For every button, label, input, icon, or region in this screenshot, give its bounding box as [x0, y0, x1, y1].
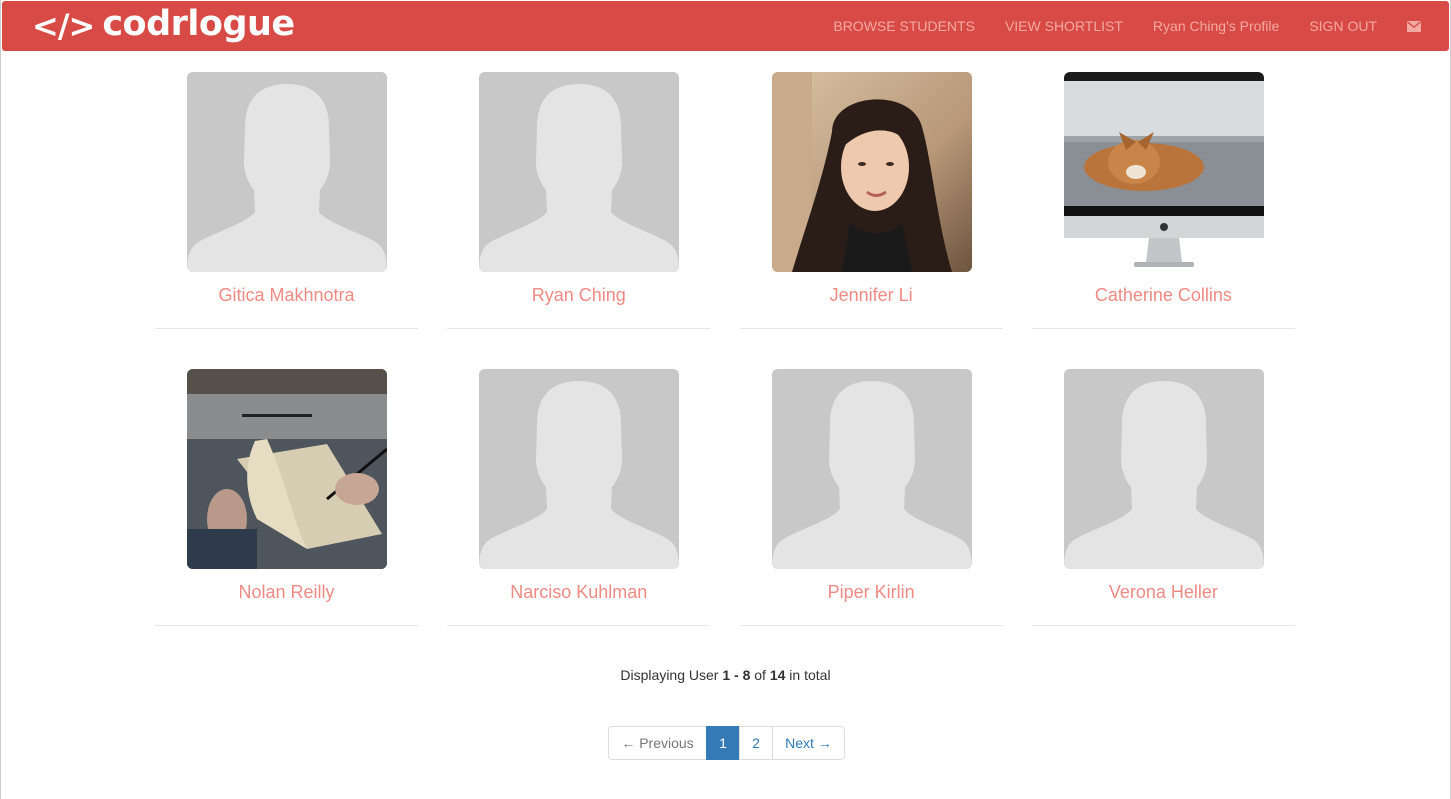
- student-card[interactable]: Nolan Reilly: [155, 369, 418, 626]
- page-2-button[interactable]: 2: [739, 726, 773, 760]
- nav-browse-students[interactable]: BROWSE STUDENTS: [833, 1, 975, 51]
- student-card[interactable]: Gitica Makhnotra: [155, 72, 418, 329]
- student-card[interactable]: Piper Kirlin: [739, 369, 1003, 626]
- portrait-photo: [771, 72, 972, 272]
- writing-notebook-photo: [187, 369, 387, 569]
- default-avatar-icon: [1063, 369, 1264, 569]
- imac-dog-photo: [1063, 72, 1264, 272]
- student-name[interactable]: Piper Kirlin: [740, 581, 1003, 603]
- nav-profile[interactable]: Ryan Ching's Profile: [1153, 1, 1279, 51]
- student-card[interactable]: Narciso Kuhlman: [447, 369, 711, 626]
- brand-name: codrlogue: [102, 4, 295, 44]
- summary-of: of: [750, 667, 770, 683]
- summary-suffix: in total: [785, 667, 831, 683]
- student-card[interactable]: Ryan Ching: [447, 72, 711, 329]
- student-name[interactable]: Narciso Kuhlman: [447, 581, 710, 603]
- student-name[interactable]: Ryan Ching: [447, 284, 710, 306]
- default-avatar-icon: [479, 369, 680, 569]
- default-avatar-icon: [771, 369, 972, 569]
- student-card[interactable]: Catherine Collins: [1031, 72, 1295, 329]
- summary-range: 1 - 8: [722, 667, 751, 683]
- student-name[interactable]: Verona Heller: [1032, 581, 1295, 603]
- navbar: </> codrlogue BROWSE STUDENTS VIEW SHORT…: [2, 1, 1449, 51]
- student-card[interactable]: Verona Heller: [1031, 369, 1295, 626]
- student-name[interactable]: Gitica Makhnotra: [155, 284, 418, 306]
- code-brackets-icon: </>: [32, 7, 95, 45]
- envelope-icon[interactable]: [1407, 20, 1421, 32]
- nav-links: BROWSE STUDENTS VIEW SHORTLIST Ryan Chin…: [833, 1, 1449, 51]
- default-avatar-icon: [479, 72, 680, 272]
- previous-page-button[interactable]: ← Previous: [608, 726, 707, 760]
- pagination: ← Previous 1 2 Next →: [608, 726, 845, 760]
- nav-view-shortlist[interactable]: VIEW SHORTLIST: [1005, 1, 1123, 51]
- brand-logo[interactable]: </> codrlogue: [2, 1, 295, 51]
- student-grid: Gitica Makhnotra Ryan Ching Jennifer Li …: [155, 72, 1297, 626]
- pagination-summary: Displaying User 1 - 8 of 14 in total: [0, 667, 1451, 683]
- student-name[interactable]: Jennifer Li: [740, 284, 1003, 306]
- next-page-button[interactable]: Next →: [772, 726, 845, 760]
- student-card[interactable]: Jennifer Li: [739, 72, 1003, 329]
- page-1-button[interactable]: 1: [706, 726, 740, 760]
- summary-total: 14: [769, 667, 786, 683]
- student-name[interactable]: Nolan Reilly: [155, 581, 418, 603]
- default-avatar-icon: [187, 72, 387, 272]
- summary-prefix: Displaying User: [620, 667, 723, 683]
- student-name[interactable]: Catherine Collins: [1032, 284, 1295, 306]
- nav-sign-out[interactable]: SIGN OUT: [1309, 1, 1377, 51]
